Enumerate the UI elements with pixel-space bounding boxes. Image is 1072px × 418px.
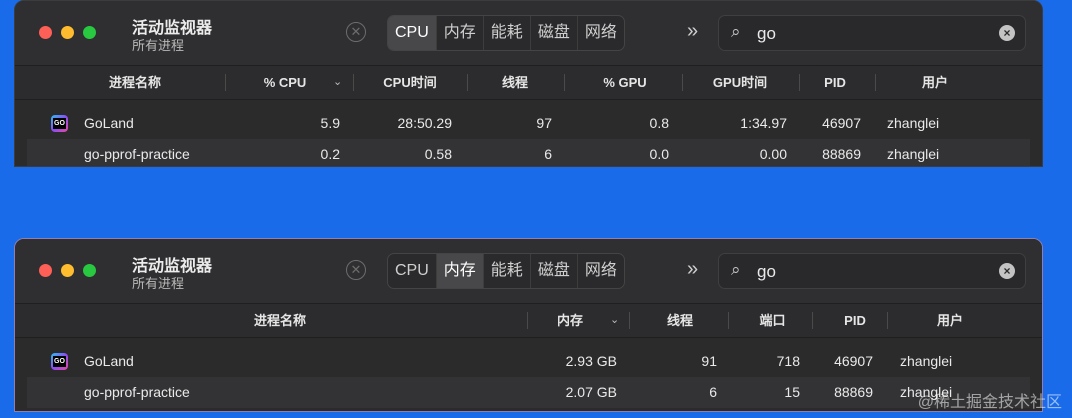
table-row[interactable]: go-pprof-practice 2.07 GB 6 15 88869 zha…	[27, 377, 1030, 408]
tab-memory[interactable]: 内存	[436, 254, 484, 288]
column-header-threads[interactable]: 线程	[475, 66, 555, 99]
search-field[interactable]: ⌕ go ×	[718, 253, 1026, 289]
tab-energy[interactable]: 能耗	[484, 254, 531, 288]
table-row[interactable]: GoLand 5.9 28:50.29 97 0.8 1:34.97 46907…	[15, 108, 1042, 139]
stop-process-icon[interactable]: ✕	[346, 22, 366, 42]
column-header-user[interactable]: 用户	[895, 304, 1005, 337]
tab-bar: CPU 内存 能耗 磁盘 网络	[387, 15, 625, 51]
pid: 88869	[822, 146, 861, 162]
chevron-double-right-icon[interactable]: »	[687, 20, 698, 43]
chevron-down-icon: ⌄	[610, 314, 620, 326]
pid: 88869	[834, 384, 873, 400]
gpu-percent: 0.0	[649, 146, 669, 162]
cpu-time: 0.58	[424, 146, 452, 162]
column-header-pid[interactable]: PID	[820, 304, 890, 337]
tab-cpu[interactable]: CPU	[388, 254, 437, 288]
gpu-percent: 0.8	[649, 115, 669, 131]
toolbar: 活动监视器 所有进程 ✕ CPU 内存 能耗 磁盘 网络 » ⌕ go ×	[15, 1, 1042, 66]
threads: 6	[709, 384, 717, 400]
search-icon: ⌕	[731, 260, 741, 279]
tab-network[interactable]: 网络	[578, 16, 624, 50]
column-header-memory[interactable]: 内存	[535, 304, 605, 337]
column-header-ports[interactable]: 端口	[735, 304, 810, 337]
column-header-user[interactable]: 用户	[885, 66, 985, 99]
tab-disk[interactable]: 磁盘	[531, 16, 578, 50]
minimize-window-button[interactable]	[61, 26, 74, 39]
tab-energy[interactable]: 能耗	[484, 16, 531, 50]
memory: 2.93 GB	[565, 353, 617, 369]
clear-search-icon[interactable]: ×	[999, 25, 1015, 41]
process-name: go-pprof-practice	[84, 384, 190, 400]
process-name: GoLand	[84, 115, 134, 131]
activity-monitor-window-cpu: 活动监视器 所有进程 ✕ CPU 内存 能耗 磁盘 网络 » ⌕ go × 进程…	[14, 0, 1043, 167]
search-field[interactable]: ⌕ go ×	[718, 15, 1026, 51]
column-header-process-name[interactable]: 进程名称	[215, 304, 345, 337]
zoom-window-button[interactable]	[83, 264, 96, 277]
pid: 46907	[834, 353, 873, 369]
zoom-window-button[interactable]	[83, 26, 96, 39]
search-input[interactable]: go	[757, 24, 776, 44]
ports: 718	[776, 353, 800, 369]
tab-memory[interactable]: 内存	[437, 16, 484, 50]
gpu-time: 0.00	[759, 146, 787, 162]
threads: 6	[544, 146, 552, 162]
cpu-percent: 0.2	[320, 146, 340, 162]
process-name: GoLand	[84, 353, 134, 369]
activity-monitor-window-memory: 活动监视器 所有进程 ✕ CPU 内存 能耗 磁盘 网络 » ⌕ go × 进程…	[14, 238, 1043, 412]
watermark: @稀土掘金技术社区	[917, 394, 1062, 411]
close-window-button[interactable]	[39, 264, 52, 277]
column-header-cpu[interactable]: % CPU	[240, 66, 330, 99]
threads: 91	[701, 353, 717, 369]
gpu-time: 1:34.97	[740, 115, 787, 131]
table-header: 进程名称 内存 ⌄ 线程 端口 PID 用户	[15, 304, 1042, 338]
column-header-threads[interactable]: 线程	[640, 304, 720, 337]
memory: 2.07 GB	[565, 384, 617, 400]
column-header-process-name[interactable]: 进程名称	[75, 66, 195, 99]
ports: 15	[784, 384, 800, 400]
tab-cpu[interactable]: CPU	[388, 16, 437, 50]
app-subtitle: 所有进程	[132, 276, 185, 291]
goland-app-icon	[51, 115, 68, 132]
tab-network[interactable]: 网络	[578, 254, 624, 288]
table-row[interactable]: GoLand 2.93 GB 91 718 46907 zhanglei	[15, 346, 1042, 377]
column-header-gpu-time[interactable]: GPU时间	[690, 66, 790, 99]
toolbar: 活动监视器 所有进程 ✕ CPU 内存 能耗 磁盘 网络 » ⌕ go ×	[15, 239, 1042, 304]
window-controls	[39, 26, 96, 39]
cpu-time: 28:50.29	[397, 115, 453, 131]
table-header: 进程名称 % CPU ⌄ CPU时间 线程 % GPU GPU时间 PID 用户	[15, 66, 1042, 100]
process-name: go-pprof-practice	[84, 146, 190, 162]
user: zhanglei	[887, 115, 940, 131]
stop-process-icon[interactable]: ✕	[346, 260, 366, 280]
user: zhanglei	[887, 146, 940, 162]
chevron-down-icon: ⌄	[333, 76, 343, 88]
tab-disk[interactable]: 磁盘	[531, 254, 578, 288]
chevron-double-right-icon[interactable]: »	[687, 258, 698, 281]
column-header-pid[interactable]: PID	[805, 66, 865, 99]
clear-search-icon[interactable]: ×	[999, 263, 1015, 279]
goland-app-icon	[51, 353, 68, 370]
app-subtitle: 所有进程	[132, 38, 185, 53]
tab-bar: CPU 内存 能耗 磁盘 网络	[387, 253, 625, 289]
pid: 46907	[822, 115, 861, 131]
column-header-gpu[interactable]: % GPU	[575, 66, 675, 99]
close-window-button[interactable]	[39, 26, 52, 39]
cpu-percent: 5.9	[320, 115, 340, 131]
user: zhanglei	[900, 353, 953, 369]
threads: 97	[536, 115, 552, 131]
table-row[interactable]: go-pprof-practice 0.2 0.58 6 0.0 0.00 88…	[27, 139, 1030, 166]
search-input[interactable]: go	[757, 262, 776, 282]
window-controls	[39, 264, 96, 277]
search-icon: ⌕	[731, 22, 741, 41]
column-header-cpu-time[interactable]: CPU时间	[365, 66, 455, 99]
minimize-window-button[interactable]	[61, 264, 74, 277]
